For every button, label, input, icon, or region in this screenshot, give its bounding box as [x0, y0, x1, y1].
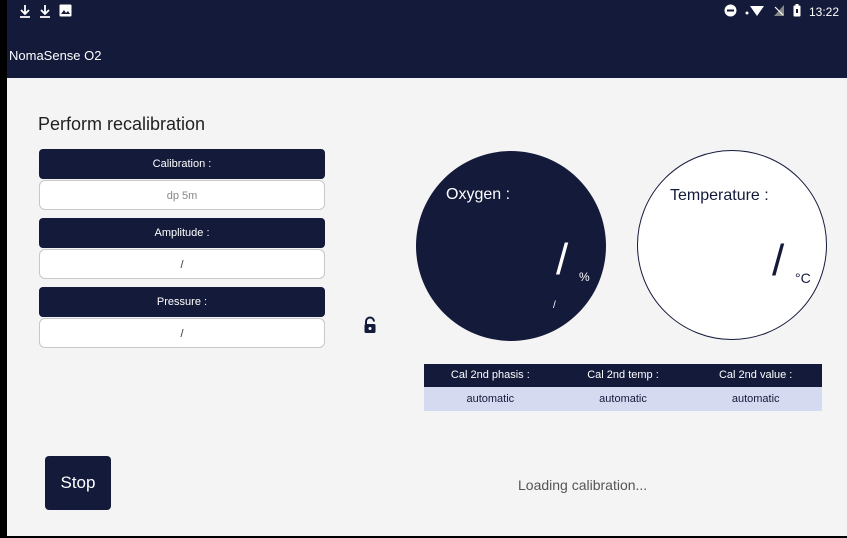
- calibration-label: Calibration :: [39, 149, 325, 179]
- oxygen-unit: %: [579, 270, 590, 284]
- calibration-field[interactable]: dp 5m: [39, 180, 325, 210]
- no-signal-icon: [773, 4, 785, 20]
- main-content: Perform recalibration Calibration : dp 5…: [7, 78, 847, 536]
- image-icon: [59, 4, 72, 21]
- status-bar: 13:22: [7, 0, 847, 24]
- wifi-icon: [745, 4, 765, 20]
- pressure-field[interactable]: /: [39, 318, 325, 348]
- amplitude-field[interactable]: /: [39, 249, 325, 279]
- temperature-unit: °C: [795, 270, 811, 286]
- temperature-gauge: Temperature : / °C: [637, 150, 827, 340]
- loading-status: Loading calibration...: [518, 477, 648, 493]
- temperature-value: /: [772, 236, 785, 285]
- header-cal-value: Cal 2nd value :: [718, 369, 793, 381]
- calibration-table: Cal 2nd phasis : Cal 2nd temp : Cal 2nd …: [424, 364, 822, 411]
- cal-temp-value: automatic: [599, 393, 647, 405]
- oxygen-value: /: [556, 235, 569, 284]
- cal-value-value: automatic: [731, 393, 780, 405]
- window-frame-left: [0, 0, 7, 538]
- header-cal-phasis: Cal 2nd phasis :: [450, 369, 530, 381]
- app-bar: 13:22 NomaSense O2: [7, 0, 847, 78]
- table-row: automatic automatic automatic: [424, 387, 822, 411]
- download-icon: [39, 4, 51, 21]
- cal-phasis-value: automatic: [466, 393, 515, 405]
- temperature-label: Temperature :: [670, 187, 769, 204]
- stop-button[interactable]: Stop: [45, 456, 111, 510]
- oxygen-sub-value: /: [553, 300, 556, 311]
- battery-icon: [793, 4, 801, 20]
- table-header: Cal 2nd phasis : Cal 2nd temp : Cal 2nd …: [424, 364, 822, 387]
- app-title: NomaSense O2: [9, 48, 102, 63]
- oxygen-gauge: Oxygen : / % /: [416, 151, 606, 341]
- page-title: Perform recalibration: [38, 114, 206, 134]
- clock-time: 13:22: [808, 5, 839, 19]
- lock-icon[interactable]: [360, 315, 380, 335]
- oxygen-label: Oxygen :: [446, 186, 511, 203]
- pressure-label: Pressure :: [39, 287, 325, 317]
- do-not-disturb-icon: [724, 4, 737, 20]
- header-cal-temp: Cal 2nd temp :: [587, 369, 659, 381]
- amplitude-label: Amplitude :: [39, 218, 325, 248]
- download-icon: [19, 4, 31, 21]
